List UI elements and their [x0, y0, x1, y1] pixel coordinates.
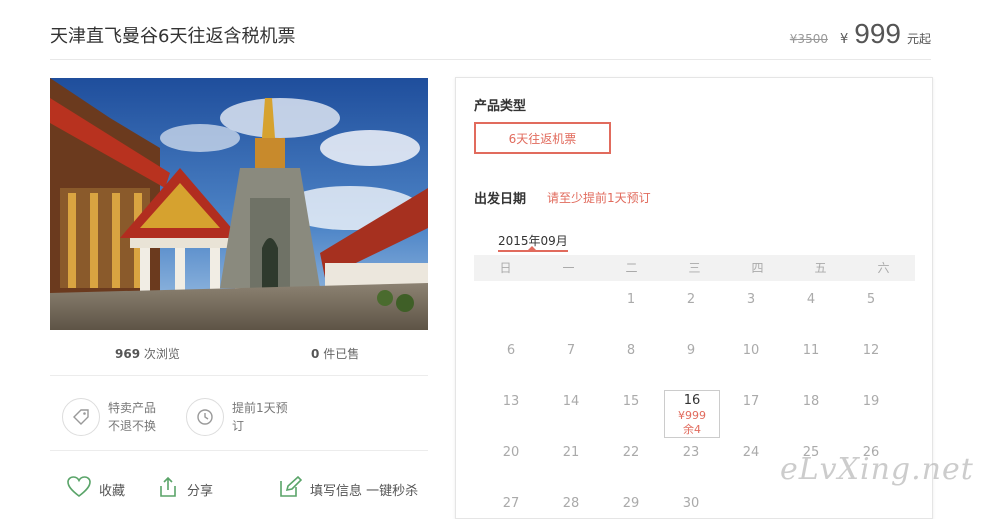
features-divider — [50, 450, 428, 451]
calendar-day[interactable]: 28 — [541, 496, 601, 511]
selected-day-number: 16 — [683, 393, 701, 408]
share-button[interactable]: 分享 — [157, 476, 213, 502]
price-suffix: 元起 — [906, 32, 931, 46]
departure-date-label: 出发日期 — [474, 192, 527, 207]
weekday-mon: 一 — [562, 261, 575, 275]
page-title: 天津直飞曼谷6天往返含税机票 — [50, 26, 296, 47]
header-divider — [50, 59, 931, 60]
stats-row: 969 次浏览 0 件已售 — [50, 345, 428, 365]
sold-label: 件已售 — [323, 347, 360, 361]
price-box: ¥3500 ¥ 999 元起 — [790, 18, 931, 50]
stats-divider — [50, 375, 428, 376]
calendar-day[interactable]: 19 — [841, 394, 901, 409]
calendar-day[interactable]: 17 — [721, 394, 781, 409]
product-photo — [50, 78, 428, 330]
calendar-day[interactable]: 5 — [841, 292, 901, 307]
weekday-sun: 日 — [499, 261, 512, 275]
calendar-day[interactable]: 12 — [841, 343, 901, 358]
calendar-day[interactable]: 21 — [541, 445, 601, 460]
calendar-day[interactable]: 6 — [481, 343, 541, 358]
weekday-wed: 三 — [688, 261, 701, 275]
sold-count: 0 — [311, 347, 320, 361]
calendar-day[interactable]: 22 — [601, 445, 661, 460]
original-price: ¥3500 — [789, 32, 828, 46]
calendar-day[interactable]: 1 — [601, 292, 661, 307]
tag-icon — [62, 398, 100, 436]
weekday-thu: 四 — [751, 261, 764, 275]
calendar-day[interactable]: 11 — [781, 343, 841, 358]
feature-flash-sale-line1: 特卖产品 — [108, 401, 157, 415]
share-icon — [157, 476, 179, 502]
favorite-button[interactable]: 收藏 — [67, 476, 125, 502]
feature-advance-booking: 提前1天预 订 — [186, 398, 288, 436]
clock-icon — [186, 398, 224, 436]
calendar-day[interactable]: 9 — [661, 343, 721, 358]
calendar-day[interactable]: 10 — [721, 343, 781, 358]
quick-order-label: 填写信息 一键秒杀 — [310, 483, 419, 499]
calendar-day[interactable]: 15 — [601, 394, 661, 409]
calendar-day[interactable]: 14 — [541, 394, 601, 409]
heart-icon — [67, 476, 91, 502]
current-price: 999 — [854, 18, 901, 49]
weekday-fri: 五 — [814, 261, 827, 275]
calendar-day[interactable]: 13 — [481, 394, 541, 409]
calendar-day[interactable]: 30 — [661, 496, 721, 511]
booking-hint: 请至少提前1天预订 — [547, 191, 651, 205]
views-stat: 969 次浏览 — [115, 345, 180, 362]
views-label: 次浏览 — [143, 347, 180, 361]
calendar-day[interactable]: 18 — [781, 394, 841, 409]
feature-flash-sale: 特卖产品 不退不换 — [62, 398, 156, 436]
calendar-day[interactable]: 27 — [481, 496, 541, 511]
edit-icon — [278, 475, 303, 502]
favorite-label: 收藏 — [99, 483, 126, 499]
product-type-label: 产品类型 — [474, 99, 527, 114]
calendar-day[interactable]: 4 — [781, 292, 841, 307]
feature-flash-sale-line2: 不退不换 — [108, 419, 157, 433]
feature-advance-line2: 订 — [232, 419, 245, 433]
quick-order-button[interactable]: 填写信息 一键秒杀 — [278, 475, 419, 502]
calendar-day[interactable]: 20 — [481, 445, 541, 460]
sold-stat: 0 件已售 — [311, 345, 359, 362]
weekday-tue: 二 — [625, 261, 638, 275]
calendar-day-selected[interactable]: 16 ¥999 余4 — [664, 390, 720, 438]
calendar-day[interactable]: 23 — [661, 445, 721, 460]
product-type-option[interactable]: 6天往返机票 — [474, 122, 611, 154]
share-label: 分享 — [187, 483, 214, 499]
calendar-day[interactable]: 29 — [601, 496, 661, 511]
calendar-day[interactable]: 3 — [721, 292, 781, 307]
calendar-day[interactable]: 7 — [541, 343, 601, 358]
calendar-day[interactable]: 8 — [601, 343, 661, 358]
feature-advance-line1: 提前1天预 — [232, 401, 288, 415]
currency-symbol: ¥ — [839, 32, 849, 47]
weekday-sat: 六 — [877, 261, 890, 275]
views-count: 969 — [115, 347, 141, 361]
calendar-day[interactable]: 2 — [661, 292, 721, 307]
calendar-weekday-header: 日 一 二 三 四 五 六 — [474, 255, 915, 281]
selected-day-price: ¥999 — [678, 409, 706, 422]
selected-day-remaining: 余4 — [683, 423, 701, 436]
watermark-logo: eLvXing.net — [780, 452, 974, 487]
calendar-day[interactable]: 24 — [721, 445, 781, 460]
calendar-month-indicator — [498, 246, 568, 252]
